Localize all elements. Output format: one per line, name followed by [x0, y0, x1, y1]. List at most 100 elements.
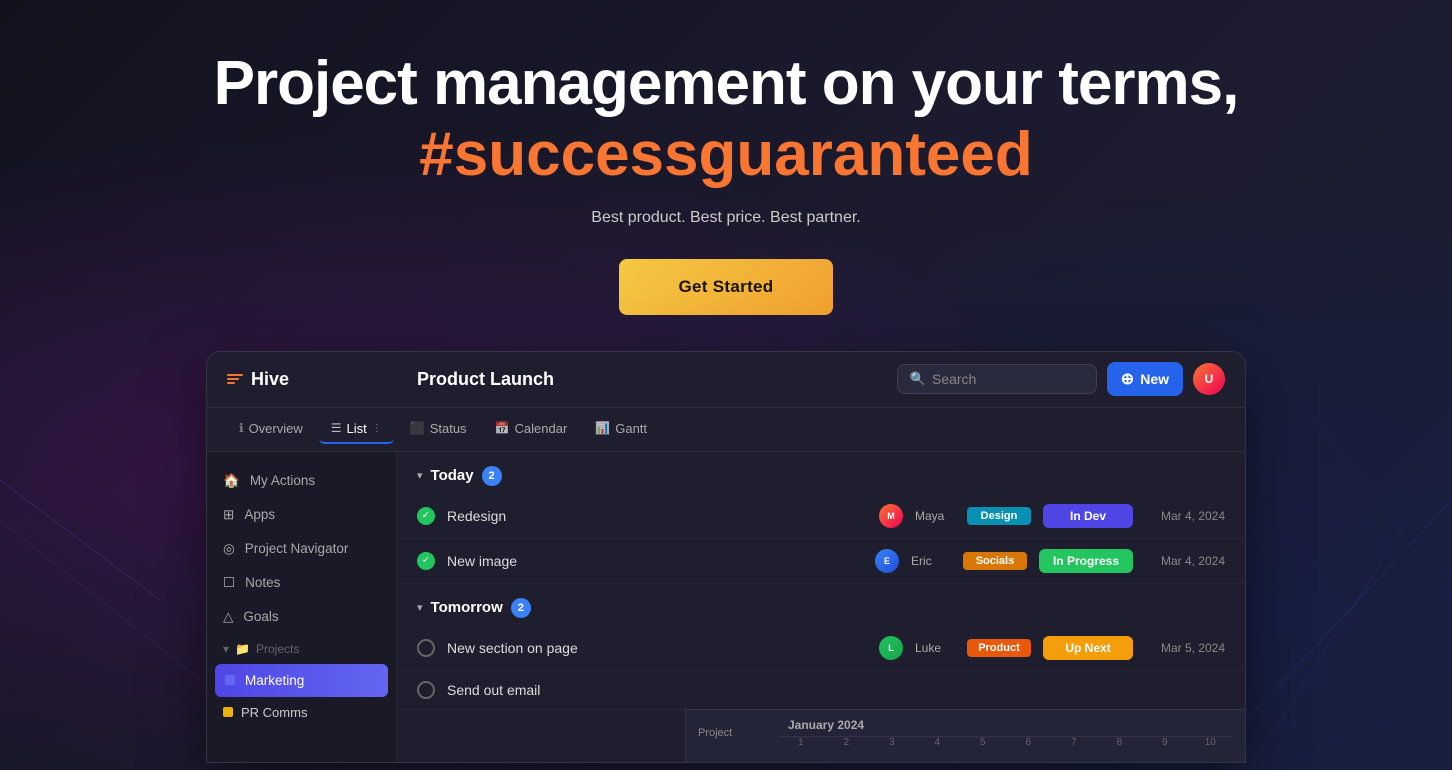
sidebar-logo-header: Hive	[227, 369, 417, 390]
tab-status[interactable]: ⬛ Status	[398, 415, 479, 444]
due-date-newimage: Mar 4, 2024	[1145, 554, 1225, 568]
task-check-sendemail[interactable]	[417, 681, 435, 699]
sidebar-project-pr-comms[interactable]: PR Comms	[207, 697, 396, 728]
project-navigator-label: Project Navigator	[245, 541, 349, 556]
today-section-header: ▾ Today 2	[397, 452, 1245, 494]
sidebar-item-goals[interactable]: △ Goals	[207, 600, 396, 634]
pr-comms-label: PR Comms	[241, 705, 307, 720]
get-started-button[interactable]: Get Started	[619, 259, 834, 315]
sidebar-project-marketing[interactable]: Marketing	[215, 664, 388, 697]
search-bar[interactable]: 🔍 Search	[897, 364, 1097, 394]
app-header: Hive Product Launch 🔍 Search ⊕ New U	[207, 352, 1245, 408]
logo-line-1	[227, 374, 243, 376]
today-chevron-icon: ▾	[417, 469, 423, 482]
due-date-redesign: Mar 4, 2024	[1145, 509, 1225, 523]
sidebar: 🏠 My Actions ⊞ Apps ◎ Project Navigator …	[207, 452, 397, 762]
gantt-day-7: 7	[1051, 737, 1097, 748]
task-name-sendemail: Send out email	[447, 682, 1225, 698]
hero-subtitle: Best product. Best price. Best partner.	[591, 209, 860, 227]
table-row[interactable]: New section on page L Luke Product Up Ne…	[397, 626, 1245, 671]
chevron-down-icon: ▾	[223, 642, 229, 656]
tab-gantt-label: Gantt	[615, 421, 647, 436]
logo-line-3	[227, 382, 235, 384]
hero-title-line1: Project management on your terms,	[214, 50, 1239, 118]
projects-section-header[interactable]: ▾ 📁 Projects	[207, 634, 396, 664]
marketing-dot	[225, 675, 235, 685]
task-name-newsection: New section on page	[447, 640, 867, 656]
task-check-redesign[interactable]: ✓	[417, 507, 435, 525]
gantt-preview-panel: Project January 2024 1 2 3 4 5	[685, 709, 1245, 762]
task-name-newimage: New image	[447, 553, 863, 569]
gantt-month: January 2024	[778, 718, 1233, 732]
tomorrow-section-header: ▾ Tomorrow 2	[397, 584, 1245, 626]
task-check-newimage[interactable]: ✓	[417, 552, 435, 570]
goals-label: Goals	[243, 609, 278, 624]
assignee-avatar-eric: E	[875, 549, 899, 573]
navigator-icon: ◎	[223, 541, 235, 557]
assignee-name-luke: Luke	[915, 641, 955, 655]
check-icon: ✓	[422, 555, 430, 566]
user-avatar[interactable]: U	[1193, 363, 1225, 395]
project-title: Product Launch	[417, 369, 897, 390]
list-more-icon: ⋮	[372, 423, 382, 434]
assignee-avatar-luke: L	[879, 636, 903, 660]
gantt-day-1: 1	[778, 737, 824, 748]
gantt-header: Project January 2024 1 2 3 4 5	[698, 718, 1233, 748]
tab-list[interactable]: ☰ List ⋮	[319, 415, 394, 444]
tab-overview[interactable]: ℹ Overview	[227, 415, 315, 444]
tab-calendar[interactable]: 📅 Calendar	[483, 415, 580, 444]
calendar-icon: 📅	[495, 421, 510, 435]
tomorrow-badge: 2	[511, 598, 531, 618]
list-icon: ☰	[331, 421, 342, 435]
tab-bar: ℹ Overview ☰ List ⋮ ⬛ Status 📅 Calendar …	[207, 408, 1245, 452]
apps-label: Apps	[244, 507, 275, 522]
plus-icon: ⊕	[1121, 369, 1134, 389]
status-upnext: Up Next	[1043, 636, 1133, 660]
apps-icon: ⊞	[223, 507, 234, 523]
gantt-icon: 📊	[595, 421, 610, 435]
goals-icon: △	[223, 609, 233, 625]
tab-calendar-label: Calendar	[515, 421, 568, 436]
tab-overview-label: Overview	[249, 421, 303, 436]
marketing-label: Marketing	[245, 673, 304, 688]
task-check-newsection[interactable]	[417, 639, 435, 657]
avatar-initials: U	[1205, 372, 1214, 386]
task-area: ▾ Today 2 ✓ Redesign M Maya Design In De…	[397, 452, 1245, 762]
gantt-day-8: 8	[1097, 737, 1143, 748]
table-row[interactable]: ✓ New image E Eric Socials In Progress M…	[397, 539, 1245, 584]
gantt-day-10: 10	[1188, 737, 1234, 748]
tab-list-label: List	[347, 421, 367, 436]
tab-gantt[interactable]: 📊 Gantt	[583, 415, 659, 444]
sidebar-item-project-navigator[interactable]: ◎ Project Navigator	[207, 532, 396, 566]
assignee-name-eric: Eric	[911, 554, 951, 568]
tag-socials: Socials	[963, 552, 1027, 570]
assignee-name-maya: Maya	[915, 509, 955, 523]
task-name-redesign: Redesign	[447, 508, 867, 524]
projects-label: Projects	[256, 642, 299, 656]
hive-logo-icon	[227, 374, 243, 384]
sidebar-item-apps[interactable]: ⊞ Apps	[207, 498, 396, 532]
sidebar-item-my-actions[interactable]: 🏠 My Actions	[207, 464, 396, 498]
status-icon: ⬛	[410, 421, 425, 435]
my-actions-label: My Actions	[250, 473, 315, 488]
new-button-label: New	[1140, 371, 1169, 387]
tomorrow-title: Tomorrow	[431, 599, 503, 616]
overview-icon: ℹ	[239, 421, 244, 435]
sidebar-item-notes[interactable]: ☐ Notes	[207, 566, 396, 600]
table-row[interactable]: ✓ Redesign M Maya Design In Dev Mar 4, 2…	[397, 494, 1245, 539]
page-content: Project management on your terms, #succe…	[0, 0, 1452, 763]
notes-label: Notes	[245, 575, 280, 590]
gantt-day-6: 6	[1006, 737, 1052, 748]
gantt-day-2: 2	[824, 737, 870, 748]
gantt-day-3: 3	[869, 737, 915, 748]
logo-line-2	[227, 378, 239, 380]
status-indev: In Dev	[1043, 504, 1133, 528]
hero-title-line2: #successguaranteed	[419, 118, 1032, 192]
today-title: Today	[431, 467, 474, 484]
check-icon: ✓	[422, 510, 430, 521]
due-date-newsection: Mar 5, 2024	[1145, 641, 1225, 655]
new-button[interactable]: ⊕ New	[1107, 362, 1183, 396]
search-icon: 🔍	[910, 371, 926, 387]
table-row[interactable]: Send out email	[397, 671, 1245, 710]
tag-product: Product	[967, 639, 1031, 657]
